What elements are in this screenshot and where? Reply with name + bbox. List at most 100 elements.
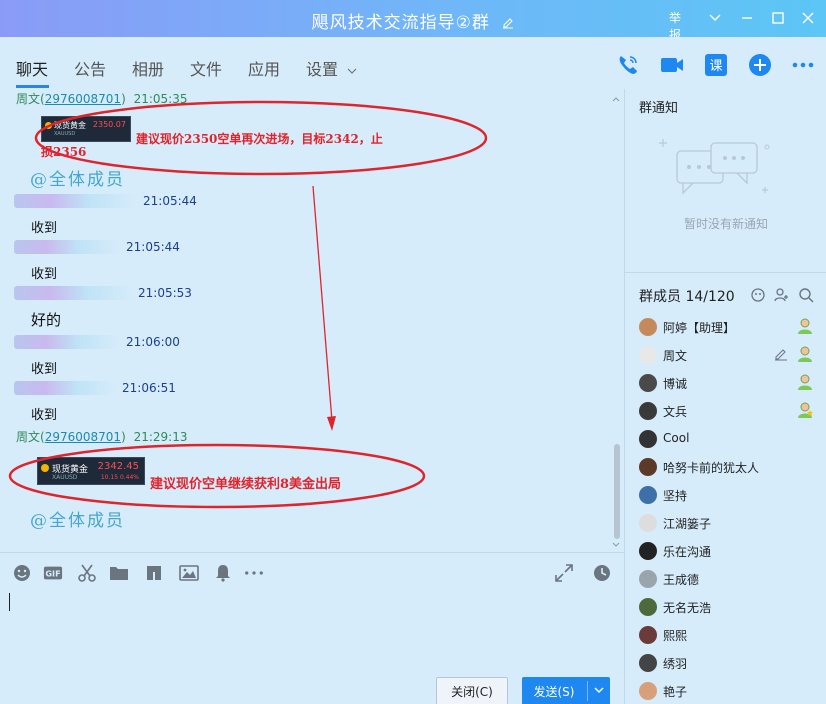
gif-icon[interactable]: GIF xyxy=(43,563,63,583)
member-name: 江湖篓子 xyxy=(663,517,712,531)
tab-files[interactable]: 文件 xyxy=(190,56,222,80)
window-title: 飓风技术交流指导②群 xyxy=(0,8,826,33)
close-window-button[interactable] xyxy=(798,8,818,28)
member-name: 王成德 xyxy=(663,573,700,587)
member-item[interactable]: 文兵 xyxy=(625,397,826,425)
avatar[interactable] xyxy=(639,486,657,504)
avatar[interactable] xyxy=(639,374,657,392)
edit-nickname-icon[interactable] xyxy=(774,347,788,361)
member-name: 文兵 xyxy=(663,405,688,419)
avatar[interactable] xyxy=(639,402,657,420)
message-composer: GIF 关闭(C) 发送(S) xyxy=(0,552,624,704)
svg-text:GIF: GIF xyxy=(45,569,60,579)
avatar[interactable] xyxy=(639,570,657,588)
tab-chat[interactable]: 聊天 xyxy=(16,56,48,80)
send-options-chevron-icon[interactable] xyxy=(592,683,606,697)
red-annotation-overlay xyxy=(8,100,488,509)
notice-title: 群通知 xyxy=(639,101,679,116)
search-member-icon[interactable] xyxy=(798,287,814,303)
chevron-down-icon xyxy=(347,68,357,74)
close-button[interactable]: 关闭(C) xyxy=(436,677,508,704)
group-side-panel: 群通知 暂时没有新通知 群成员 14/120 阿婷【助理】 周文博诚文兵 Cool 哈… xyxy=(624,89,826,704)
avatar[interactable] xyxy=(639,654,657,672)
avatar[interactable] xyxy=(639,346,657,364)
video-call-icon[interactable] xyxy=(659,52,685,78)
group-owner-icon xyxy=(798,402,813,418)
tab-announcement[interactable]: 公告 xyxy=(74,56,106,80)
member-item[interactable]: 阿婷【助理】 xyxy=(625,313,826,341)
member-name: 熙熙 xyxy=(663,629,688,643)
chat-messages[interactable]: 周文(2976008701) 21:05:35 现货黄金 2350.07 XAU… xyxy=(0,89,624,552)
member-name: 博诚 xyxy=(663,377,688,391)
member-settings-icon[interactable] xyxy=(750,287,766,303)
tab-settings-label: 设置 xyxy=(306,60,339,79)
highlight-ellipse xyxy=(8,443,426,509)
member-item[interactable]: 乐在沟通 xyxy=(625,537,826,565)
member-name: 阿婷【助理】 xyxy=(663,321,736,335)
send-button[interactable]: 发送(S) xyxy=(522,677,610,704)
tab-album[interactable]: 相册 xyxy=(132,56,164,80)
class-icon[interactable]: 课 xyxy=(703,52,729,78)
more-icon[interactable] xyxy=(790,52,816,78)
members-title: 群成员 14/120 xyxy=(639,289,735,305)
panel-divider xyxy=(625,272,826,273)
member-name: Cool xyxy=(663,431,690,445)
avatar[interactable] xyxy=(639,682,657,700)
avatar[interactable] xyxy=(639,626,657,644)
add-member-icon[interactable] xyxy=(773,287,789,303)
member-item[interactable]: 绣羽 xyxy=(625,649,826,677)
member-name: 坚持 xyxy=(663,489,688,503)
member-name: 乐在沟通 xyxy=(663,545,712,559)
maximize-button[interactable] xyxy=(768,8,788,28)
expand-icon[interactable] xyxy=(554,563,574,583)
title-bar: 飓风技术交流指导②群 举报 xyxy=(0,0,826,42)
tab-apps[interactable]: 应用 xyxy=(248,56,280,80)
member-item[interactable]: 哈努卡前的犹太人 xyxy=(625,453,826,481)
avatar[interactable] xyxy=(639,458,657,476)
annotation-arrow-head xyxy=(327,416,336,431)
member-item[interactable]: 周文 xyxy=(625,341,826,369)
minimize-button[interactable] xyxy=(737,8,757,28)
avatar[interactable] xyxy=(639,430,657,448)
text-input-caret[interactable] xyxy=(9,593,10,611)
history-clock-icon[interactable] xyxy=(592,563,612,583)
member-item[interactable]: 博诚 xyxy=(625,369,826,397)
member-item[interactable]: 江湖篓子 xyxy=(625,509,826,537)
avatar[interactable] xyxy=(639,598,657,616)
music-icon[interactable] xyxy=(144,563,164,583)
phone-icon[interactable] xyxy=(615,52,641,78)
member-item[interactable]: 艳子 xyxy=(625,677,826,704)
group-admin-icon xyxy=(798,318,812,334)
emoji-icon[interactable] xyxy=(12,563,32,583)
folder-icon[interactable] xyxy=(109,563,129,583)
group-admin-icon xyxy=(798,374,812,390)
member-item[interactable]: 无名无浩 xyxy=(625,593,826,621)
annotation-arrow-line xyxy=(312,185,333,422)
image-icon[interactable] xyxy=(179,563,199,583)
add-app-icon[interactable] xyxy=(747,52,773,78)
empty-notice-illustration-icon xyxy=(659,139,770,195)
active-tab-indicator xyxy=(16,85,49,88)
member-item[interactable]: 王成德 xyxy=(625,565,826,593)
highlight-ellipse xyxy=(34,100,488,176)
send-button-separator xyxy=(587,681,588,701)
notice-empty-text: 暂时没有新通知 xyxy=(683,217,768,231)
avatar[interactable] xyxy=(639,318,657,336)
tab-settings[interactable]: 设置 xyxy=(306,56,357,80)
edit-title-icon[interactable] xyxy=(502,17,514,29)
bell-icon[interactable] xyxy=(213,563,233,583)
avatar[interactable] xyxy=(639,514,657,532)
member-item[interactable]: 坚持 xyxy=(625,481,826,509)
svg-text:课: 课 xyxy=(709,59,722,74)
avatar[interactable] xyxy=(639,542,657,560)
member-item[interactable]: Cool xyxy=(625,425,826,453)
more-tools-icon[interactable] xyxy=(244,563,264,583)
member-item[interactable]: 熙熙 xyxy=(625,621,826,649)
send-button-label: 发送(S) xyxy=(533,685,575,699)
member-name: 艳子 xyxy=(663,685,688,699)
window-title-text: 飓风技术交流指导②群 xyxy=(311,13,490,33)
member-name: 周文 xyxy=(663,349,688,363)
screenshot-scissors-icon[interactable] xyxy=(77,563,97,583)
member-name: 无名无浩 xyxy=(663,601,712,615)
dropdown-icon[interactable] xyxy=(705,8,725,28)
